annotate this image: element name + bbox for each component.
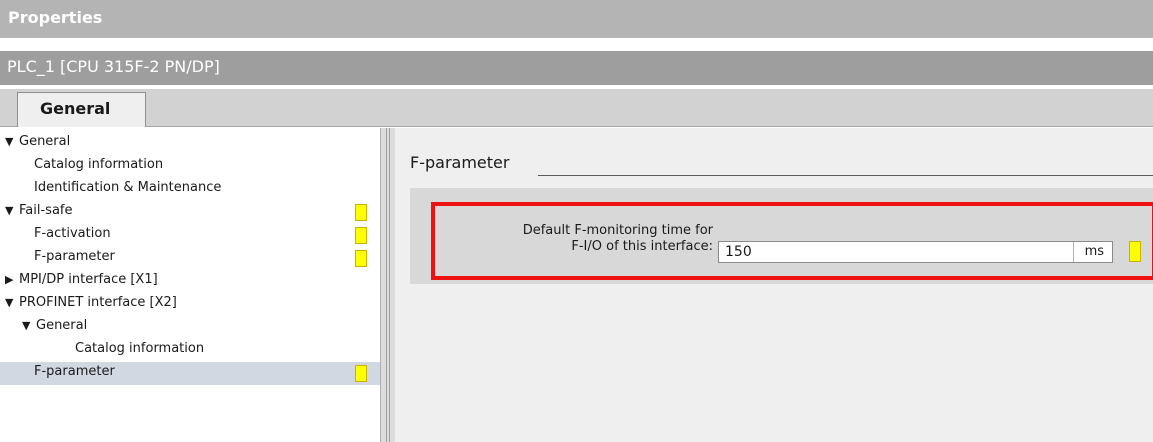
pane-splitter[interactable] [380,128,395,442]
nav-item-label: General [36,318,88,333]
object-name: PLC_1 [CPU 315F-2 PN/DP] [7,57,220,76]
nav-item[interactable]: ▼ PROFINET interface [X2] [0,293,380,316]
nav-item[interactable]: Catalog information [0,155,380,178]
nav-item[interactable]: Catalog information [0,339,380,362]
nav-item[interactable]: F-parameter [0,362,380,385]
nav-item-label: F-activation [34,226,111,241]
tab-general[interactable]: General [17,92,146,127]
highlight-annotation-frame [431,202,1153,280]
tab-general-label: General [40,99,111,118]
triangle-down-icon[interactable]: ▼ [5,296,13,309]
nav-item[interactable]: ▼ Fail-safe [0,201,380,224]
nav-item[interactable]: ▶ MPI/DP interface [X1] [0,270,380,293]
nav-item-label: Catalog information [75,341,205,356]
section-divider [538,175,1153,176]
nav-item-label: General [19,134,71,149]
content-pane: F-parameter [395,128,1153,442]
triangle-right-icon[interactable]: ▶ [5,273,13,286]
status-marker-icon [355,227,367,244]
triangle-down-icon[interactable]: ▼ [5,204,13,217]
nav-item[interactable]: ▼ General [0,316,380,339]
object-titlebar: PLC_1 [CPU 315F-2 PN/DP] [0,51,1153,85]
window-title: Properties [8,8,103,27]
triangle-down-icon[interactable]: ▼ [22,319,30,332]
nav-item-label: Identification & Maintenance [34,180,222,195]
status-marker-icon [355,204,367,221]
status-marker-icon [355,365,367,382]
triangle-down-icon[interactable]: ▼ [5,135,13,148]
nav-item-label: Catalog information [34,157,164,172]
nav-item-label: F-parameter [34,364,115,379]
nav-item-label: F-parameter [34,249,115,264]
nav-item[interactable]: F-activation [0,224,380,247]
nav-item-label: PROFINET interface [X2] [19,295,177,310]
section-title: F-parameter [410,153,510,172]
properties-titlebar: Properties [0,0,1153,38]
nav-item[interactable]: ▼ General [0,132,380,155]
nav-item-label: Fail-safe [19,203,73,218]
nav-item-label: MPI/DP interface [X1] [19,272,158,287]
nav-item[interactable]: F-parameter [0,247,380,270]
splitter-grip[interactable] [386,128,390,442]
nav-item[interactable]: Identification & Maintenance [0,178,380,201]
status-marker-icon [355,250,367,267]
navigation-tree: ▼ General Catalog information Identificatio… [0,128,380,442]
tab-strip: General [0,89,1153,127]
